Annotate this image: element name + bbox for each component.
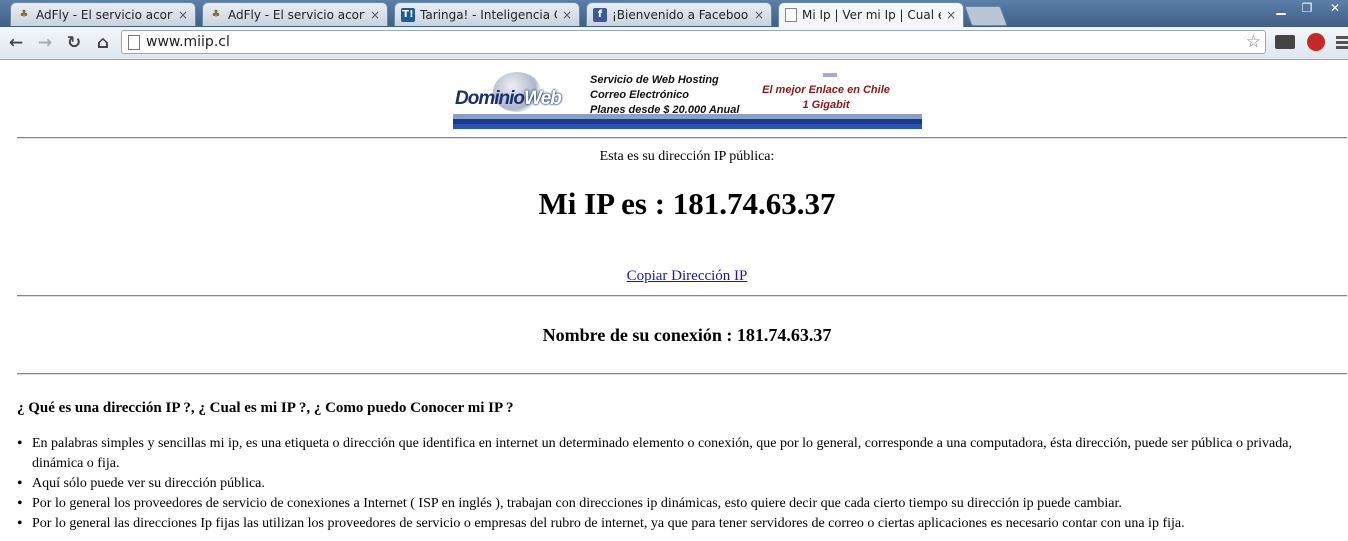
list-item: Aquí sólo puede ver su dirección pública…	[17, 474, 1337, 494]
adfly-icon: ♣	[19, 9, 29, 20]
bookmark-star-icon[interactable]: ☆	[1246, 32, 1261, 52]
wrench-icon[interactable]	[1336, 33, 1348, 53]
list-item: Por lo general las direcciones Ip fijas …	[17, 514, 1337, 534]
extension-icon[interactable]	[1275, 35, 1295, 49]
banner-stripe	[453, 124, 922, 129]
ip-label: Esta es su dirección IP pública:	[599, 149, 775, 164]
tab-close-icon[interactable]: ×	[945, 8, 957, 22]
banner-line: Correo Electrónico	[590, 89, 690, 101]
new-tab-button[interactable]	[964, 6, 1008, 26]
facebook-icon: f	[593, 7, 607, 22]
page-icon	[785, 8, 797, 22]
list-item: Por lo general los proveedores de servic…	[17, 494, 1337, 514]
tab-facebook[interactable]: f ¡Bienvenido a Facebook e ×	[586, 2, 772, 26]
back-icon[interactable]: ←	[4, 31, 28, 55]
web-page: DominioWeb Servicio de Web Hosting Corre…	[0, 60, 1348, 541]
taringa-icon: T!	[401, 7, 415, 22]
home-icon[interactable]: ⌂	[91, 31, 115, 55]
tab-miip-active[interactable]: Mi Ip | Ver mi Ip | Cual es r ×	[778, 2, 964, 27]
tab-title: Mi Ip | Ver mi Ip | Cual es r	[802, 8, 941, 22]
tab-close-icon[interactable]: ×	[177, 8, 189, 22]
adfly-icon: ♣	[211, 9, 221, 20]
banner-promo-line: El mejor Enlace en Chile	[762, 84, 890, 96]
banner-decoration	[823, 73, 837, 77]
copy-ip-link[interactable]: Copiar Dirección IP	[627, 268, 748, 284]
tab-taringa[interactable]: T! Taringa! - Inteligencia Col ×	[394, 2, 580, 26]
faq-list: En palabras simples y sencillas mi ip, e…	[17, 434, 1337, 534]
tab-close-icon[interactable]: ×	[369, 8, 381, 22]
reload-icon[interactable]: ↻	[62, 31, 86, 55]
banner-promo: El mejor Enlace en Chile 1 Gigabit	[751, 83, 901, 113]
address-bar[interactable]: ☆	[121, 30, 1266, 54]
ip-heading: Mi IP es : 181.74.63.37	[538, 186, 836, 221]
divider	[17, 295, 1347, 297]
dominioweb-logo: DominioWeb	[455, 88, 562, 110]
window-close-icon[interactable]: ✕	[1322, 0, 1348, 18]
logo-text: Dominio	[455, 88, 525, 109]
tab-close-icon[interactable]: ×	[753, 8, 765, 22]
browser-toolbar: ← → ↻ ⌂ ☆	[0, 27, 1348, 60]
page-icon	[128, 35, 140, 50]
banner-services: Servicio de Web Hosting Correo Electróni…	[590, 73, 739, 118]
divider	[17, 373, 1347, 375]
banner-line: Servicio de Web Hosting	[590, 74, 719, 86]
tab-title: ¡Bienvenido a Facebook e	[612, 7, 749, 22]
tab-title: AdFly - El servicio acortad	[228, 7, 365, 22]
copy-ip-container: Copiar Dirección IP	[0, 268, 1348, 285]
browser-tab-strip: ♣ AdFly - El servicio acortad × ♣ AdFly …	[0, 0, 1348, 27]
faq-heading: ¿ Qué es una dirección IP ?, ¿ Cual es m…	[17, 400, 514, 416]
tab-adfly-1[interactable]: ♣ AdFly - El servicio acortad ×	[10, 2, 196, 26]
restore-icon[interactable]: ❐	[1294, 0, 1320, 18]
tab-title: AdFly - El servicio acortad	[36, 7, 173, 22]
minimize-icon[interactable]: ▁	[1268, 0, 1294, 18]
forward-icon[interactable]: →	[33, 31, 57, 55]
list-item: En palabras simples y sencillas mi ip, e…	[17, 434, 1337, 474]
dominioweb-banner[interactable]: DominioWeb Servicio de Web Hosting Corre…	[453, 70, 922, 129]
url-input[interactable]	[146, 32, 1236, 52]
logo-accent-text: Web	[524, 88, 562, 109]
banner-promo-line: 1 Gigabit	[802, 99, 850, 111]
tab-close-icon[interactable]: ×	[561, 8, 573, 22]
divider	[17, 137, 1347, 139]
tab-adfly-2[interactable]: ♣ AdFly - El servicio acortad ×	[202, 2, 388, 26]
extension-alert-icon[interactable]	[1307, 33, 1325, 51]
tab-title: Taringa! - Inteligencia Col	[420, 7, 557, 22]
connection-name: Nombre de su conexión : 181.74.63.37	[542, 325, 832, 345]
